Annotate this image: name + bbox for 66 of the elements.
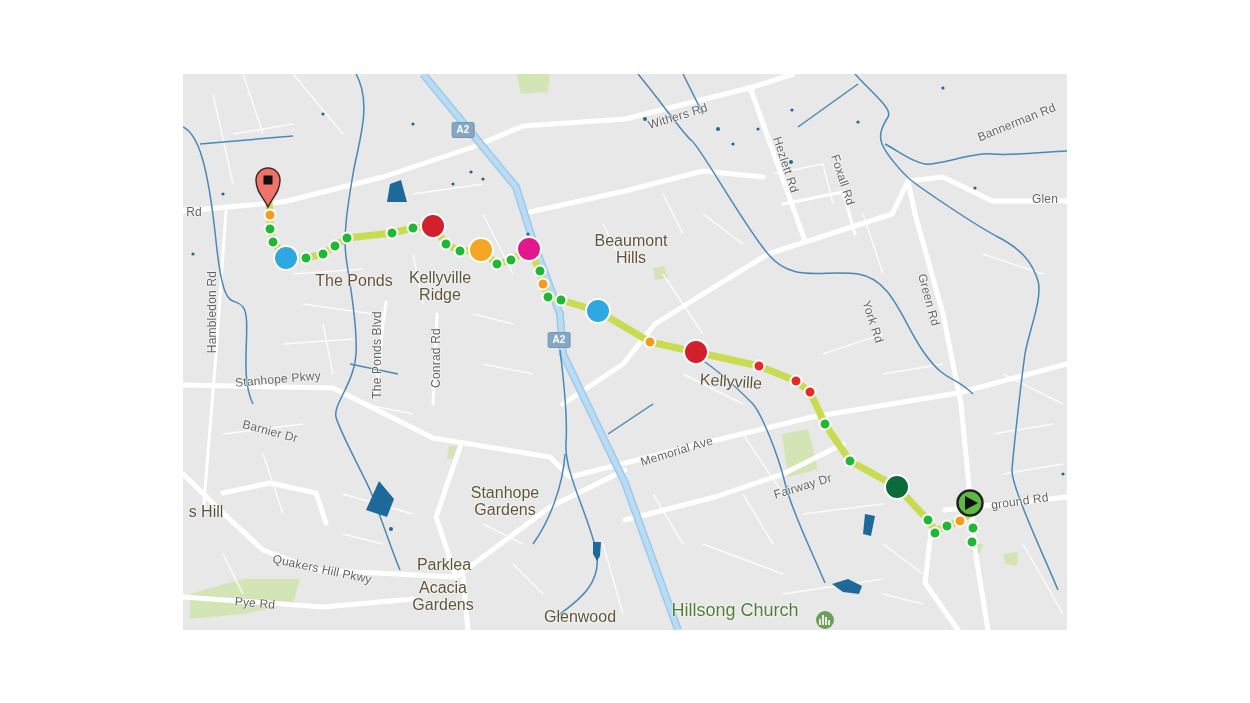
route-dot-icon[interactable]: [966, 521, 980, 534]
street-label: Hambledon Rd: [206, 270, 220, 353]
street-label: Foxall Rd: [827, 152, 857, 207]
lake-area: [593, 541, 601, 561]
route-dot-icon[interactable]: [504, 253, 518, 266]
park-area: [653, 265, 668, 280]
street-label: Stanhope Pkwy: [234, 368, 322, 391]
route-dot-icon[interactable]: [316, 247, 330, 260]
route-dot-icon[interactable]: [299, 251, 313, 264]
route-dot-icon[interactable]: [928, 526, 942, 539]
lake-area: [863, 513, 875, 536]
route-dot-icon[interactable]: [953, 514, 967, 527]
route-dot-icon[interactable]: [490, 257, 504, 270]
route-dot-icon[interactable]: [453, 244, 467, 257]
street-label: Hezlett Rd: [769, 134, 801, 195]
street-label: York Rd: [858, 298, 886, 345]
route-dot-icon[interactable]: [263, 208, 277, 221]
route-dot-icon[interactable]: [541, 290, 555, 303]
street-label: Glen: [1031, 192, 1059, 207]
place-label: Glenwood: [544, 607, 616, 626]
bar-chart-icon: [816, 610, 834, 629]
landmark-label: Hillsong Church: [671, 599, 799, 620]
street-label: Withers Rd: [646, 100, 710, 133]
lake-area: [832, 578, 862, 594]
route-dot-icon[interactable]: [554, 293, 568, 306]
street-label: The Ponds Blvd: [371, 310, 385, 399]
route-dot-icon[interactable]: [328, 239, 342, 252]
route-dot-icon[interactable]: [789, 374, 803, 387]
route-dot-icon[interactable]: [803, 385, 817, 398]
park-area: [516, 73, 550, 94]
park-area: [1003, 551, 1018, 566]
street-label: Barnier Dr: [240, 417, 300, 446]
route-dot-icon[interactable]: [752, 359, 766, 372]
route-dot-icon[interactable]: [643, 335, 657, 348]
route-dot-icon[interactable]: [965, 535, 979, 548]
lake-area: [366, 480, 394, 517]
place-label: Kellyville Ridge: [408, 268, 472, 305]
route-dot-icon[interactable]: [263, 222, 277, 235]
street-label: Fairway Dr: [772, 471, 834, 502]
place-label: s Hill: [188, 502, 224, 521]
route-dot-icon[interactable]: [406, 221, 420, 234]
place-label: Parklea: [416, 555, 472, 574]
route-dot-icon[interactable]: [818, 417, 832, 430]
street-label: ground Rd: [990, 490, 1050, 513]
route-dot-icon[interactable]: [340, 231, 354, 244]
place-label: Kellyville: [699, 370, 763, 393]
lake-area: [387, 179, 407, 202]
place-label: Stanhope Gardens: [470, 483, 540, 520]
route-dot-icon[interactable]: [439, 237, 453, 250]
place-label: Beaumont Hills: [594, 231, 668, 268]
street-label: Conrad Rd: [430, 327, 444, 388]
route-dot-icon[interactable]: [385, 226, 399, 239]
route-dot-icon[interactable]: [940, 519, 954, 532]
park-area: [447, 445, 460, 459]
route-dot-icon[interactable]: [266, 235, 280, 248]
street-label: Quakers Hill Pkwy: [271, 552, 373, 587]
route-dot-icon[interactable]: [533, 264, 547, 277]
route-dot-icon[interactable]: [921, 513, 935, 526]
street-label: Rd: [186, 205, 202, 220]
place-label: Acacia Gardens: [412, 578, 474, 615]
park-area: [782, 428, 818, 477]
street-label: Pye Rd: [234, 594, 276, 613]
street-label: Green Rd: [914, 271, 942, 328]
map-pin-icon[interactable]: [255, 166, 281, 208]
route-dot-icon[interactable]: [843, 454, 857, 467]
route-dot-icon[interactable]: [536, 277, 550, 290]
